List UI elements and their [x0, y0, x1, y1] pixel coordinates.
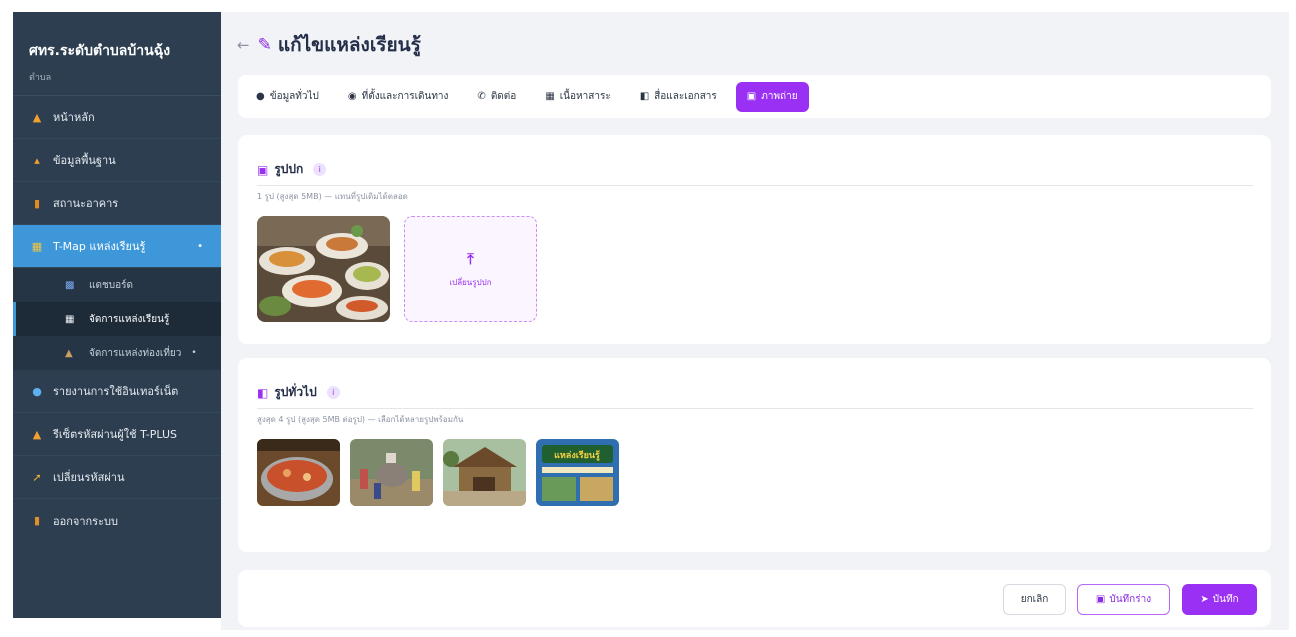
photo-icon: ▣	[746, 91, 757, 102]
edit-icon: ✎	[257, 35, 272, 55]
sidebar-item-label: สถานะอาคาร	[53, 197, 119, 210]
gallery-hint: สูงสุด 4 รูป (สูงสุด 5MB ต่อรูป) — เลือก…	[257, 415, 464, 424]
send-icon: ➤	[1200, 594, 1209, 605]
gallery-image[interactable]	[350, 439, 433, 506]
sidebar-subitem-label: แดชบอร์ด	[89, 279, 133, 291]
pin-icon: ◉	[347, 91, 357, 102]
floppy-icon: ▣	[1095, 594, 1106, 605]
tab-bar: ● ข้อมูลทั่วไป ◉ ที่ตั้งและการเดินทาง ✆ …	[238, 75, 1271, 118]
form-footer: ยกเลิก ▣ บันทึกร่าง ➤ บันทึก	[238, 570, 1271, 627]
tab-label: ข้อมูลทั่วไป	[269, 91, 319, 102]
save-button[interactable]: ➤ บันทึก	[1182, 584, 1257, 615]
gallery-title: รูปทั่วไป	[274, 385, 317, 399]
cancel-button[interactable]: ยกเลิก	[1003, 584, 1066, 615]
sidebar-subitem-dashboard[interactable]: ▩ แดชบอร์ด	[13, 268, 221, 302]
caret-icon: •	[191, 348, 197, 358]
sidebar-item-label: เปลี่ยนรหัสผ่าน	[53, 471, 125, 484]
gallery-image[interactable]: แหล่งเรียนรู้	[536, 439, 619, 506]
upload-icon: ⤒	[467, 249, 474, 268]
caret-icon: •	[197, 240, 203, 252]
poster-text: แหล่งเรียนรู้	[554, 450, 600, 461]
sidebar-item-label: หน้าหลัก	[53, 111, 95, 124]
draft-label: บันทึกร่าง	[1109, 594, 1152, 605]
change-cover-button[interactable]: ⤒ เปลี่ยนรูปปก	[404, 216, 537, 322]
tab-content[interactable]: ▦ เนื้อหาสาระ	[545, 82, 610, 112]
sidebar-subitem-label: จัดการแหล่งท่องเที่ยว	[89, 347, 182, 359]
info-icon: ●	[256, 91, 265, 102]
sidebar-item-building-status[interactable]: ▮ สถานะอาคาร	[13, 182, 221, 225]
tab-label: เนื้อหาสาระ	[559, 91, 611, 102]
chart-icon: ▩	[65, 279, 75, 291]
sidebar-item-label: T-Map แหล่งเรียนรู้	[53, 240, 146, 253]
cover-row: ⤒ เปลี่ยนรูปปก	[257, 216, 1271, 322]
sidebar: ศทร.ระดับตำบลบ้านฉุ้ง ตำบล ▲ หน้าหลัก ▴ …	[13, 12, 221, 618]
tab-label: สื่อและเอกสาร	[654, 91, 717, 102]
gallery-card: ◧ รูปทั่วไป i สูงสุด 4 รูป (สูงสุด 5MB ต…	[238, 358, 1271, 552]
sidebar-subitem-manage-tourism[interactable]: ▲ จัดการแหล่งท่องเที่ยว •	[13, 336, 221, 370]
cancel-label: ยกเลิก	[1020, 594, 1049, 605]
sidebar-item-change-password[interactable]: ➚ เปลี่ยนรหัสผ่าน	[13, 456, 221, 499]
building-icon: ▮	[33, 196, 41, 210]
tab-contact[interactable]: ✆ ติดต่อ	[477, 82, 516, 112]
cover-hint: 1 รูป (สูงสุด 5MB) — แทนที่รูปเดิมได้ตลอ…	[257, 192, 408, 201]
sidebar-subtitle: ตำบล	[29, 73, 52, 83]
gallery-header: ◧ รูปทั่วไป i	[257, 383, 1253, 409]
sidebar-item-label: ข้อมูลพื้นฐาน	[53, 154, 116, 167]
sidebar-item-internet-report[interactable]: ● รายงานการใช้อินเทอร์เน็ต	[13, 370, 221, 413]
info-icon[interactable]: i	[326, 386, 340, 399]
save-draft-button[interactable]: ▣ บันทึกร่าง	[1077, 584, 1170, 615]
tab-general-info[interactable]: ● ข้อมูลทั่วไป	[256, 82, 319, 112]
save-label: บันทึก	[1212, 594, 1239, 605]
map-icon: ▦	[31, 239, 43, 253]
key-icon: ➚	[32, 470, 42, 484]
tab-location[interactable]: ◉ ที่ตั้งและการเดินทาง	[348, 82, 449, 112]
phone-icon: ✆	[477, 91, 486, 102]
user-lock-icon: ▲	[32, 427, 42, 441]
sidebar-subitem-manage-learning[interactable]: ▦ จัดการแหล่งเรียนรู้	[13, 302, 221, 336]
tab-label: ติดต่อ	[490, 91, 517, 102]
sidebar-item-reset-password[interactable]: ▲ รีเซ็ตรหัสผ่านผู้ใช้ T-PLUS	[13, 413, 221, 456]
gallery-image[interactable]	[443, 439, 526, 506]
sidebar-header: ศทร.ระดับตำบลบ้านฉุ้ง ตำบล	[13, 12, 221, 96]
media-icon: ◧	[639, 91, 650, 102]
sidebar-item-tmap[interactable]: ▦ T-Map แหล่งเรียนรู้ •	[13, 225, 221, 268]
sidebar-item-label: ออกจากระบบ	[53, 514, 118, 528]
globe-icon: ●	[32, 384, 42, 398]
book-icon: ▦	[65, 313, 75, 325]
images-icon: ◧	[257, 385, 269, 400]
home-icon: ▲	[32, 110, 42, 124]
sidebar-item-logout[interactable]: ▮ ออกจากระบบ	[13, 499, 221, 542]
page-header: ← ✎ แก้ไขแหล่งเรียนรู้	[237, 30, 421, 60]
cover-image[interactable]	[257, 216, 390, 322]
book-open-icon: ▦	[545, 91, 555, 102]
upload-label: เปลี่ยนรูปปก	[449, 277, 492, 287]
cover-header: ▣ รูปปก i	[257, 160, 1253, 186]
sidebar-title: ศทร.ระดับตำบลบ้านฉุ้ง	[29, 43, 171, 59]
sidebar-item-basic-info[interactable]: ▴ ข้อมูลพื้นฐาน	[13, 139, 221, 182]
landmark-icon: ▲	[65, 347, 73, 359]
cover-title: รูปปก	[274, 162, 304, 176]
sidebar-item-label: รีเซ็ตรหัสผ่านผู้ใช้ T-PLUS	[53, 428, 177, 441]
cover-photo-card: ▣ รูปปก i 1 รูป (สูงสุด 5MB) — แทนที่รูป…	[238, 135, 1271, 344]
sidebar-item-label: รายงานการใช้อินเทอร์เน็ต	[53, 385, 179, 398]
sidebar-item-home[interactable]: ▲ หน้าหลัก	[13, 96, 221, 139]
door-icon: ▮	[33, 514, 41, 527]
info-icon[interactable]: i	[313, 163, 327, 176]
page-title: แก้ไขแหล่งเรียนรู้	[277, 34, 421, 56]
arrow-left-icon[interactable]: ←	[237, 36, 250, 54]
tab-label: ภาพถ่าย	[761, 91, 798, 102]
gallery-image[interactable]	[257, 439, 340, 506]
tab-photos[interactable]: ▣ ภาพถ่าย	[735, 81, 809, 112]
tab-media[interactable]: ◧ สื่อและเอกสาร	[640, 82, 717, 112]
image-icon: ▣	[257, 162, 269, 177]
gallery-images: แหล่งเรียนรู้	[257, 439, 1271, 506]
tab-label: ที่ตั้งและการเดินทาง	[361, 91, 449, 102]
main-content: ← ✎ แก้ไขแหล่งเรียนรู้ ● ข้อมูลทั่วไป ◉ …	[221, 12, 1289, 630]
house-icon: ▴	[34, 153, 40, 167]
sidebar-subitem-label: จัดการแหล่งเรียนรู้	[89, 313, 170, 325]
